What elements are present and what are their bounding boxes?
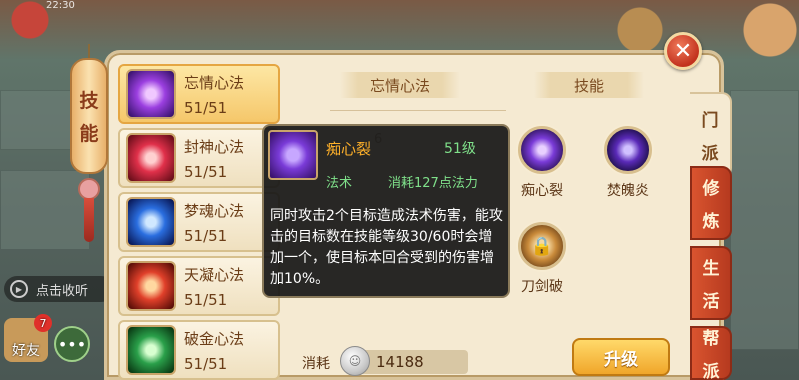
lantern-knot-icon — [78, 178, 100, 200]
tab-life[interactable]: 生 活 — [690, 246, 732, 320]
message-button[interactable]: ••• — [54, 326, 90, 362]
play-icon: ▶ — [10, 280, 28, 298]
skill-list-item[interactable]: 忘情心法 51/51 — [118, 64, 280, 124]
close-button[interactable]: ✕ — [664, 32, 702, 70]
skill-node[interactable]: 焚魄炎 — [596, 126, 660, 200]
skill-icon — [126, 197, 176, 247]
cost-label: 消耗 — [302, 356, 330, 372]
skill-list-item[interactable]: 破金心法 51/51 — [118, 320, 280, 380]
skill-list-item[interactable]: 梦魂心法 51/51 — [118, 192, 280, 252]
skill-icon — [126, 133, 176, 183]
skill-node[interactable]: 痴心裂 — [510, 126, 574, 200]
skill-level: 51/51 — [184, 226, 228, 245]
skill-name: 破金心法 — [184, 329, 245, 348]
tab-char: 修 — [702, 179, 720, 199]
tab-cultivation[interactable]: 修 炼 — [690, 166, 732, 240]
purple-lightning-icon — [268, 130, 318, 180]
friends-badge: 7 — [34, 314, 52, 332]
skill-node-label: 刀剑破 — [521, 279, 563, 295]
tab-guild[interactable]: 帮 派 — [690, 326, 732, 380]
tooltip-skill-level: 51级 — [444, 141, 476, 157]
skill-name: 忘情心法 — [184, 73, 245, 92]
lantern-char: 能 — [79, 123, 99, 145]
skill-icon — [126, 261, 176, 311]
status-clock: 22:30 — [46, 0, 75, 11]
chat-bubble-icon: ••• — [57, 334, 87, 354]
tab-char: 派 — [702, 362, 720, 380]
skill-list-item[interactable]: 天凝心法 51/51 — [118, 256, 280, 316]
skill-list-item[interactable]: 封神心法 51/51 — [118, 128, 280, 188]
tooltip-skill-name: 痴心裂 — [326, 140, 372, 158]
friends-label: 好友 — [12, 343, 40, 359]
voice-chat-label: 点击收听 — [36, 283, 89, 299]
skill-level: 51/51 — [184, 354, 228, 373]
skill-node[interactable]: 🔒 刀剑破 — [510, 222, 574, 296]
tooltip-description: 同时攻击2个目标造成法术伤害，能攻击的目标数在技能等级30/60时会增加一个，使… — [270, 208, 503, 287]
school-method-title: 忘情心法 — [340, 72, 460, 98]
skill-level: 51/51 — [184, 290, 228, 309]
purple-orb-icon — [604, 126, 652, 174]
lantern-char: 技 — [79, 90, 99, 112]
skill-node-label: 痴心裂 — [521, 183, 563, 199]
skill-icon — [126, 69, 176, 119]
skills-title: 技能 — [534, 72, 644, 98]
tassel-decoration — [84, 198, 94, 242]
skill-name: 梦魂心法 — [184, 201, 245, 220]
divider — [330, 110, 506, 111]
tab-char: 炼 — [702, 212, 720, 232]
tab-char: 门 — [701, 111, 719, 131]
tooltip-skill-type: 法术 — [326, 176, 353, 191]
locked-skill-icon: 🔒 — [518, 222, 566, 270]
voice-chat-button[interactable]: ▶ 点击收听 — [4, 276, 114, 302]
tooltip-skill-cost: 消耗127点法力 — [388, 176, 478, 191]
skill-name: 天凝心法 — [184, 265, 245, 284]
tab-char: 帮 — [702, 329, 720, 349]
close-icon: ✕ — [673, 38, 693, 64]
skill-name: 封神心法 — [184, 137, 245, 156]
friends-button[interactable]: 好友 7 — [4, 314, 52, 362]
upgrade-button[interactable]: 升级 — [572, 338, 670, 376]
tab-char: 活 — [702, 292, 720, 312]
background-tile — [0, 170, 90, 250]
skill-lantern-title: 技 能 — [70, 58, 108, 174]
skill-tooltip: 痴心裂 51级 法术 消耗127点法力 同时攻击2个目标造成法术伤害，能攻击的目… — [262, 124, 510, 298]
purple-lightning-icon — [518, 126, 566, 174]
tab-char: 生 — [702, 259, 720, 279]
tab-char: 派 — [701, 144, 719, 164]
background-tile — [730, 90, 799, 350]
skill-node-label: 焚魄炎 — [607, 183, 649, 199]
skill-icon — [126, 325, 176, 375]
silver-coin-icon: ☺ — [340, 346, 370, 376]
skill-level: 51/51 — [184, 162, 228, 181]
skill-level: 51/51 — [184, 98, 228, 117]
